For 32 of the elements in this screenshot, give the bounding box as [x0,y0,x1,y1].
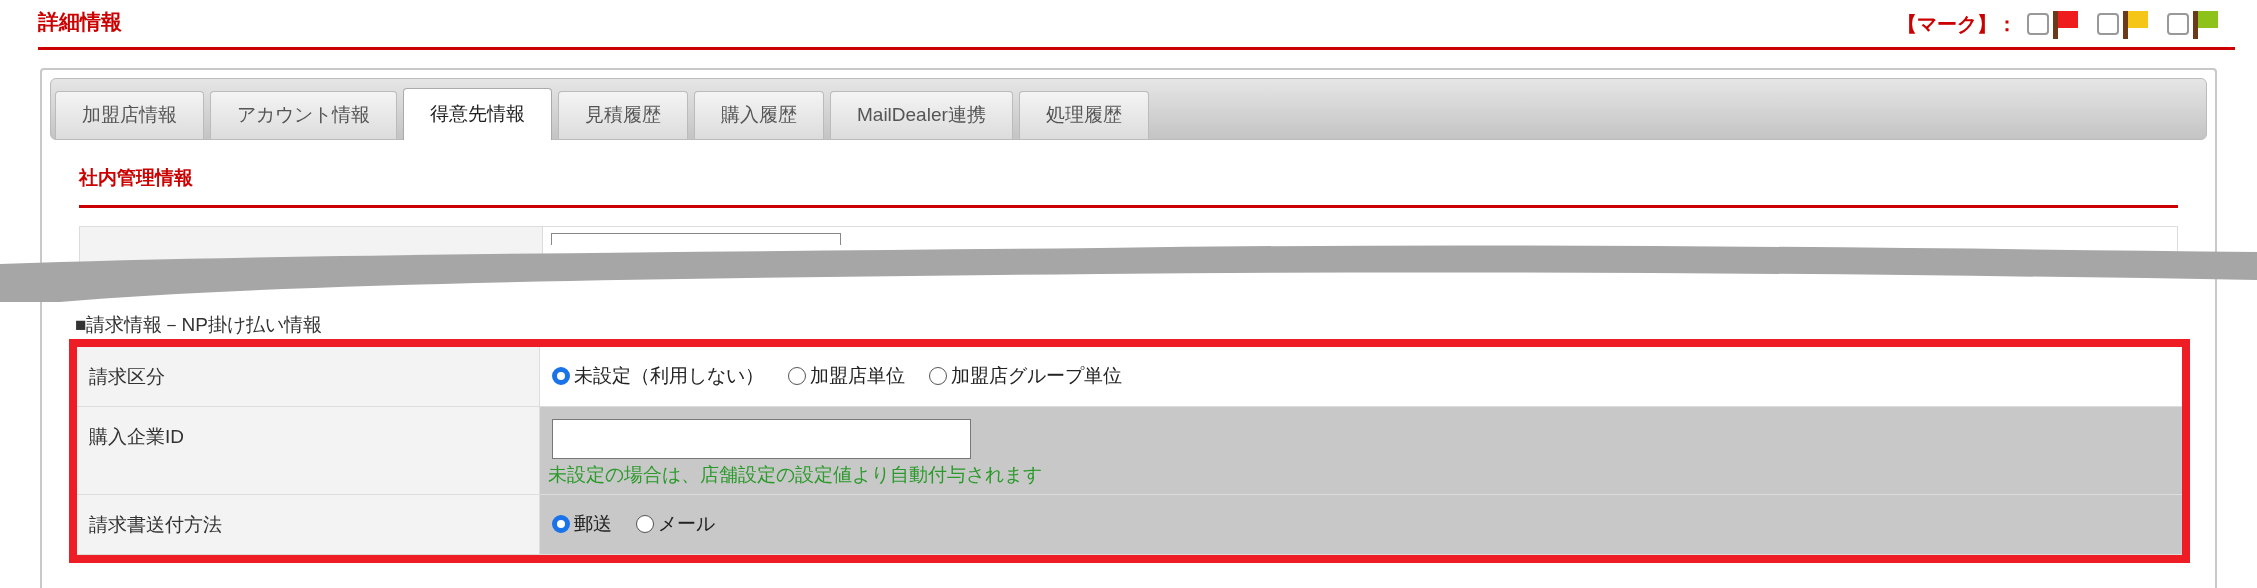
flag-icon [2053,11,2078,39]
flag-icon [2123,11,2148,39]
tab[interactable]: MailDealer連携 [830,91,1013,139]
section-title: 社内管理情報 [79,167,193,188]
mark-checkbox[interactable] [2167,13,2189,35]
tab[interactable]: 得意先情報 [403,88,552,140]
hint-text: 未設定の場合は、店舗設定の設定値より自動付与されます [548,462,1042,487]
radio-option[interactable]: 郵送 [552,509,612,539]
tab[interactable]: 購入履歴 [694,91,824,139]
mark-checkbox[interactable] [2097,13,2119,35]
radio-button[interactable] [929,367,947,385]
row-label: 請求区分 [77,346,540,406]
radio-button[interactable] [636,515,654,533]
radio-option[interactable]: メール [636,509,715,539]
radio-option[interactable]: 加盟店グループ単位 [929,361,1122,391]
tab[interactable]: アカウント情報 [210,91,397,139]
section-subtitle: ■請求情報－NP掛け払い情報 [75,312,323,337]
tab[interactable]: 見積履歴 [558,91,688,139]
flag-icon [2193,11,2218,39]
mark-label: 【マーク】： [1897,12,2017,37]
row-label: 請求書送付方法 [77,494,540,554]
input-field[interactable] [552,418,971,459]
radio-option[interactable]: 未設定（利用しない） [552,361,764,391]
radio-button[interactable] [552,515,570,533]
radio-button[interactable] [788,367,806,385]
page-title: 詳細情報 [38,8,122,35]
radio-button[interactable] [552,367,570,385]
radio-option[interactable]: 加盟店単位 [788,361,905,391]
tab[interactable]: 加盟店情報 [55,91,204,139]
row-label: 購入企業ID [77,406,540,494]
mark-checkbox[interactable] [2027,13,2049,35]
tab[interactable]: 処理履歴 [1018,91,1149,139]
